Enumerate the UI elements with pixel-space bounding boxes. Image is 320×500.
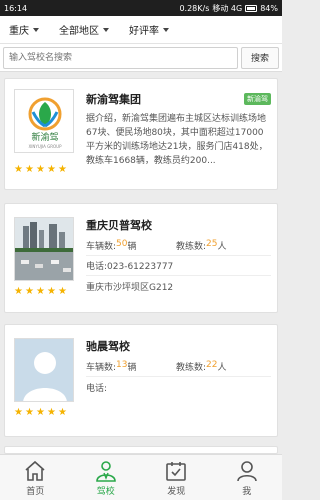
star-icon: ★ (25, 164, 34, 175)
search-input[interactable] (3, 46, 238, 69)
school-name: 驰晨驾校 (86, 340, 130, 353)
filter-city[interactable]: 重庆 (9, 22, 39, 37)
search-bar: 搜索 (0, 44, 282, 72)
svg-text:XINYUJIA GROUP: XINYUJIA GROUP (28, 144, 62, 149)
school-photo (14, 217, 74, 281)
filter-area[interactable]: 全部地区 (59, 22, 109, 37)
status-carrier: 移动 4G (212, 3, 243, 13)
school-logo: 新渝驾 XINYUJIA GROUP (14, 89, 74, 153)
car-count: 13 (116, 360, 128, 370)
school-phone: 电话: (86, 383, 108, 394)
caret-down-icon (33, 27, 39, 32)
car-count: 50 (116, 239, 128, 249)
school-name: 新渝驾集团 (86, 93, 141, 106)
rating-stars: ★ ★ ★ ★ ★ (14, 287, 68, 297)
star-icon: ★ (36, 164, 45, 175)
user-icon (236, 460, 257, 481)
search-button[interactable]: 搜索 (241, 46, 279, 69)
status-battery: 84% (260, 3, 278, 13)
school-stats: 车辆数: 50 辆 教练数: 25 人 (86, 236, 271, 256)
tab-driving-school[interactable]: 驾校 (71, 455, 142, 500)
bottom-tab-bar: 首页 驾校 发现 我 (0, 454, 282, 500)
star-icon: ★ (47, 407, 56, 418)
coach-count: 22 (206, 360, 218, 370)
caret-down-icon (163, 27, 169, 32)
star-icon: ★ (58, 407, 67, 418)
star-icon: ★ (36, 407, 45, 418)
school-card[interactable] (4, 446, 278, 454)
svg-text:新渝驾: 新渝驾 (31, 131, 58, 143)
star-icon: ★ (25, 286, 34, 297)
school-card[interactable]: ★ ★ ★ ★ ★ 重庆贝普驾校 车辆数: 50 辆 教练数: 25 人 电话:… (4, 203, 278, 313)
star-icon: ★ (14, 286, 23, 297)
person-icon (95, 460, 116, 482)
home-icon (25, 460, 45, 481)
status-bar: 16:14 0.28K/s 移动 4G 84% (0, 0, 282, 16)
filter-sort[interactable]: 好评率 (129, 22, 169, 37)
school-address: 重庆市沙坪坝区G212 (86, 282, 174, 293)
star-icon: ★ (14, 407, 23, 418)
rating-stars: ★ ★ ★ ★ ★ (14, 165, 68, 175)
tab-me[interactable]: 我 (212, 455, 283, 500)
tab-discover[interactable]: 发现 (141, 455, 212, 500)
school-name: 重庆贝普驾校 (86, 219, 152, 232)
star-icon: ★ (58, 164, 67, 175)
caret-down-icon (103, 27, 109, 32)
rating-stars: ★ ★ ★ ★ ★ (14, 408, 68, 418)
calendar-icon (166, 461, 187, 481)
tab-home[interactable]: 首页 (0, 455, 71, 500)
star-icon: ★ (25, 407, 34, 418)
avatar-placeholder (14, 338, 74, 402)
filter-bar: 重庆 全部地区 好评率 (0, 16, 282, 44)
status-time: 16:14 (4, 3, 28, 13)
coach-count: 25 (206, 239, 218, 249)
school-phone: 电话:023-61223777 (86, 256, 271, 276)
star-icon: ★ (36, 286, 45, 297)
star-icon: ★ (58, 286, 67, 297)
school-card[interactable]: ★ ★ ★ ★ ★ 驰晨驾校 车辆数: 13 辆 教练数: 22 人 电话: (4, 324, 278, 437)
star-icon: ★ (14, 164, 23, 175)
battery-icon (245, 4, 258, 12)
school-stats: 车辆数: 13 辆 教练数: 22 人 (86, 357, 271, 377)
status-network: 0.28K/s (179, 3, 210, 13)
star-icon: ★ (47, 286, 56, 297)
star-icon: ★ (47, 164, 56, 175)
school-badge: 新渝驾 (244, 93, 271, 105)
school-card[interactable]: 新渝驾 XINYUJIA GROUP ★ ★ ★ ★ ★ 新渝驾集团 新渝驾 据… (4, 78, 278, 190)
school-description: 据介绍，新渝驾集团遍布主城区达标训练场地67块、便民场地80块，其中面积超过17… (86, 114, 268, 166)
